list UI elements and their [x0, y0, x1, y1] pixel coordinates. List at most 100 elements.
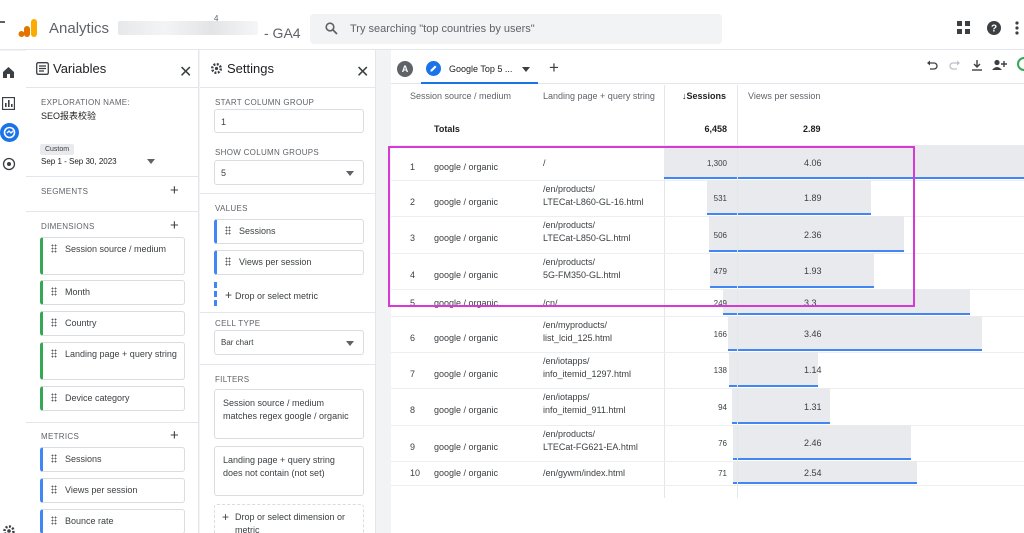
advertising-icon[interactable]	[2, 157, 16, 171]
cell-landing-page: /en/myproducts/list_lcid_125.html	[543, 320, 613, 343]
property-name[interactable]: - GA4	[264, 25, 301, 41]
account-menu-icon[interactable]	[1015, 21, 1019, 35]
home-icon[interactable]	[2, 66, 15, 79]
show-column-groups-select[interactable]: 5	[214, 160, 364, 185]
metrics-label: METRICS	[41, 432, 80, 441]
drag-handle-icon[interactable]	[51, 516, 57, 525]
views-bar	[738, 425, 911, 459]
analytics-logo-icon[interactable]	[18, 17, 40, 39]
add-tab-icon[interactable]: +	[549, 58, 559, 78]
date-range-dropdown-icon[interactable]	[147, 159, 155, 164]
filter-source-medium[interactable]: Session source / medium matches regex go…	[214, 389, 364, 439]
dimension-chip-country[interactable]: Country	[40, 311, 185, 336]
close-variables-icon[interactable]: ✕	[179, 62, 192, 82]
exploration-name-value[interactable]: SEO报表校验	[41, 109, 96, 122]
filter-text: Session source / medium matches regex go…	[223, 398, 349, 421]
value-chip-sessions[interactable]: Sessions	[214, 219, 364, 244]
drag-handle-icon[interactable]	[225, 226, 231, 235]
settings-title: Settings	[210, 61, 274, 76]
cell-type-select[interactable]: Bar chart	[214, 330, 364, 355]
show-column-groups-label: SHOW COLUMN GROUPS	[215, 148, 320, 157]
value-chip-views-per-session[interactable]: Views per session	[214, 250, 364, 275]
drag-handle-icon[interactable]	[51, 318, 57, 327]
insights-icon[interactable]	[1017, 57, 1024, 71]
add-segment-icon[interactable]: +	[170, 182, 179, 199]
chevron-down-icon[interactable]	[522, 67, 530, 72]
start-column-group-input[interactable]: 1	[214, 109, 364, 133]
settings-title-text: Settings	[227, 61, 274, 76]
column-header-landing[interactable]: Landing page + query string	[543, 91, 655, 101]
chevron-down-icon	[346, 170, 354, 176]
sessions-bar	[732, 388, 737, 423]
drag-handle-icon[interactable]	[51, 454, 57, 463]
dimension-label: Device category	[65, 393, 130, 403]
download-icon[interactable]	[971, 59, 983, 71]
drag-handle-icon[interactable]	[225, 257, 231, 266]
dimension-chip-source-medium[interactable]: Session source / medium	[40, 237, 185, 275]
cell-landing-page: /en/products/LTECat-FG621-EA.html	[543, 429, 638, 452]
dimension-label: Landing page + query string	[65, 349, 177, 359]
add-metric-icon[interactable]: +	[170, 427, 179, 444]
metric-chip-views-per-session[interactable]: Views per session	[40, 478, 185, 503]
column-header-source[interactable]: Session source / medium	[410, 91, 511, 101]
cell-source-medium: google / organic	[434, 333, 499, 343]
show-column-groups-value: 5	[221, 168, 227, 178]
reports-icon[interactable]	[2, 97, 15, 110]
drag-handle-icon[interactable]	[51, 287, 57, 296]
variables-title: Variables	[36, 61, 106, 76]
drop-filter-label: Drop or select dimension or metric	[235, 512, 346, 533]
dimension-chip-landing-page[interactable]: Landing page + query string	[40, 342, 185, 380]
divider	[200, 364, 376, 365]
cell-source-medium: google / organic	[434, 468, 499, 478]
metric-chip-sessions[interactable]: Sessions	[40, 447, 185, 472]
table-header: Session source / medium Landing page + q…	[391, 85, 1024, 109]
drag-handle-icon[interactable]	[51, 349, 57, 358]
tab-google-top-5[interactable]: Google Top 5 ...	[421, 54, 538, 84]
table-row[interactable]: 7 google / organic/en/iotapps/info_itemid…	[391, 352, 1024, 389]
drag-handle-icon[interactable]	[51, 485, 57, 494]
divider	[200, 193, 376, 194]
date-range-chip[interactable]: Custom	[40, 144, 74, 155]
help-icon[interactable]: ?	[987, 21, 1001, 35]
row-number: 6	[410, 333, 416, 343]
metric-chip-bounce-rate[interactable]: Bounce rate	[40, 509, 185, 533]
table-row[interactable]: 6 google / organic/en/myproducts/list_lci…	[391, 316, 1024, 353]
dimension-chip-month[interactable]: Month	[40, 280, 185, 305]
sessions-bar-underline	[723, 313, 737, 315]
drag-handle-icon[interactable]	[51, 393, 57, 402]
table-row[interactable]: 9 google / organic/en/products/LTECat-FG6…	[391, 425, 1024, 462]
settings-icon[interactable]	[2, 524, 16, 533]
dimension-label: Month	[65, 287, 91, 297]
drop-metric-target[interactable]: + Drop or select metric	[214, 282, 364, 306]
sessions-bar-underline	[732, 422, 737, 424]
apps-grid-icon[interactable]	[957, 21, 970, 34]
variables-icon	[36, 62, 49, 75]
column-header-views[interactable]: Views per session	[748, 91, 820, 101]
add-icon: +	[225, 288, 233, 302]
views-bar-underline	[738, 422, 830, 424]
column-header-sessions[interactable]: ↓Sessions	[682, 91, 726, 101]
table-row[interactable]: 8 google / organic/en/iotapps/info_itemid…	[391, 388, 1024, 426]
menu-icon[interactable]	[0, 21, 5, 23]
search-box[interactable]: Try searching "top countries by users"	[310, 14, 722, 44]
cell-views-per-session: 3.46	[804, 329, 822, 339]
explore-icon[interactable]	[0, 123, 19, 142]
filter-landing-page[interactable]: Landing page + query string does not con…	[214, 446, 364, 496]
undo-icon[interactable]	[926, 59, 938, 71]
date-range-value[interactable]: Sep 1 - Sep 30, 2023	[41, 157, 117, 166]
dimension-chip-device-category[interactable]: Device category	[40, 386, 185, 411]
add-icon: +	[222, 510, 230, 524]
values-label: VALUES	[215, 204, 248, 213]
redo-icon[interactable]	[949, 59, 961, 71]
add-dimension-icon[interactable]: +	[170, 217, 179, 234]
totals-label: Totals	[434, 124, 460, 134]
account-name-blurred[interactable]	[118, 21, 258, 35]
column-header-sessions-label: Sessions	[686, 91, 727, 101]
tab-badge[interactable]: A	[397, 61, 413, 77]
app-name[interactable]: Analytics	[49, 20, 109, 37]
table-row[interactable]: 10 google / organic/en/gywm/index.html 71 2…	[391, 461, 1024, 486]
close-settings-icon[interactable]: ✕	[356, 62, 369, 82]
drop-filter-target[interactable]: + Drop or select dimension or metric	[214, 504, 364, 533]
share-users-icon[interactable]	[992, 59, 1008, 71]
drag-handle-icon[interactable]	[51, 244, 57, 253]
